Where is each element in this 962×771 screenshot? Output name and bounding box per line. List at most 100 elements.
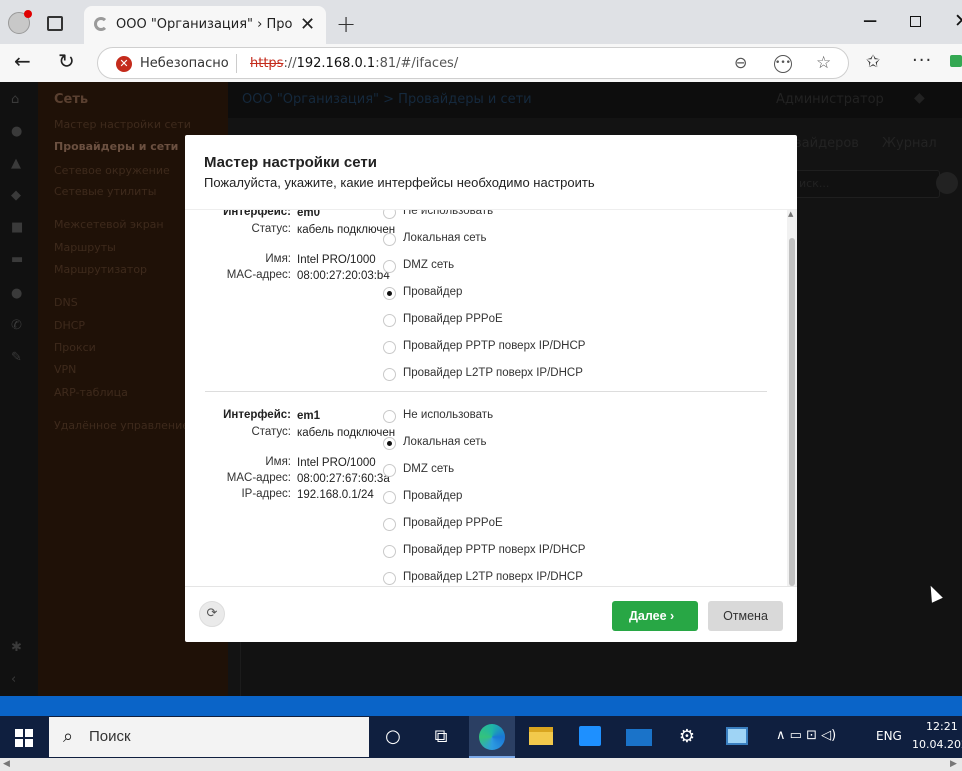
sidebar-item[interactable]: ARP-таблица bbox=[54, 386, 128, 399]
clock-date[interactable]: 10.04.202 bbox=[912, 738, 962, 751]
connection-type-option[interactable]: DMZ сеть bbox=[383, 462, 643, 480]
phone-icon[interactable]: ✆ bbox=[11, 318, 25, 333]
sidebar-item-active[interactable]: Провайдеры и сети bbox=[54, 140, 178, 153]
sidebar-item[interactable]: VPN bbox=[54, 363, 76, 376]
radio-button[interactable] bbox=[383, 314, 396, 327]
star-icon[interactable]: ☆ bbox=[816, 53, 831, 73]
refresh-button[interactable]: ⟳ bbox=[199, 601, 225, 627]
gear-icon[interactable]: ✱ bbox=[11, 640, 25, 655]
url-text[interactable]: https://192.168.0.1:81/#/ifaces/ bbox=[250, 56, 458, 71]
radio-button[interactable] bbox=[383, 341, 396, 354]
radio-button[interactable] bbox=[383, 464, 396, 477]
reload-icon[interactable]: ↻ bbox=[58, 49, 75, 73]
windows-start-icon[interactable] bbox=[15, 729, 33, 747]
radio-button[interactable] bbox=[383, 368, 396, 381]
radio-button[interactable] bbox=[383, 410, 396, 423]
breadcrumb[interactable]: ООО "Организация" > Провайдеры и сети bbox=[242, 92, 532, 107]
connection-type-option[interactable]: Не использовать bbox=[383, 408, 643, 426]
sidebar-item[interactable]: Сетевое окружение bbox=[54, 164, 170, 177]
sidebar-item[interactable]: Межсетевой экран bbox=[54, 218, 164, 231]
user-menu[interactable]: Администратор bbox=[776, 92, 884, 107]
scroll-left-icon[interactable]: ◀ bbox=[3, 759, 10, 769]
bell-icon[interactable]: ◆ bbox=[914, 90, 925, 106]
sidebar-item[interactable]: DHCP bbox=[54, 319, 85, 332]
zoom-out-icon[interactable]: ⊖ bbox=[734, 53, 747, 72]
sidebar-item[interactable]: Прокси bbox=[54, 341, 96, 354]
connection-type-option[interactable]: Провайдер PPTP поверх IP/DHCP bbox=[383, 543, 643, 561]
edge-taskbar-button[interactable] bbox=[469, 716, 515, 758]
wrench-icon[interactable]: ✎ bbox=[11, 350, 25, 365]
cortana-icon[interactable]: ○ bbox=[380, 724, 406, 750]
tab-journal[interactable]: Журнал bbox=[882, 136, 937, 151]
shield-icon[interactable]: ◆ bbox=[11, 188, 25, 203]
taskbar-search[interactable]: ⌕ Поиск bbox=[49, 717, 369, 757]
insecure-icon[interactable]: ✕ bbox=[116, 56, 132, 72]
radio-button[interactable] bbox=[383, 545, 396, 558]
favorites-icon[interactable]: ✩ bbox=[866, 52, 880, 72]
sidebar-item[interactable]: Сетевые утилиты bbox=[54, 185, 156, 198]
system-tray[interactable]: ∧ ▭ ⊡ ◁) bbox=[776, 728, 836, 743]
maximize-icon[interactable] bbox=[910, 16, 921, 27]
radio-button[interactable] bbox=[383, 287, 396, 300]
extension-icon[interactable] bbox=[950, 55, 962, 67]
background-search-input[interactable]: иск... bbox=[790, 170, 940, 198]
radio-button[interactable] bbox=[383, 572, 396, 585]
folder-icon[interactable]: ■ bbox=[11, 220, 25, 235]
tab-actions-icon[interactable] bbox=[47, 16, 63, 31]
mail-icon[interactable] bbox=[626, 729, 652, 746]
radio-button[interactable] bbox=[383, 210, 396, 219]
user-icon[interactable]: ● bbox=[11, 124, 25, 139]
settings-icon[interactable]: ⚙ bbox=[674, 724, 700, 750]
plus-icon[interactable]: + bbox=[336, 10, 356, 38]
chevron-left-icon[interactable]: ‹ bbox=[11, 672, 25, 687]
security-label[interactable]: Небезопасно bbox=[140, 56, 229, 71]
network-icon[interactable]: ▲ bbox=[11, 156, 25, 171]
clock-time[interactable]: 12:21 bbox=[926, 720, 958, 733]
connection-type-option[interactable]: Провайдер L2TP поверх IP/DHCP bbox=[383, 570, 643, 586]
scroll-up-icon[interactable]: ▲ bbox=[788, 210, 793, 218]
reader-icon[interactable]: ••• bbox=[774, 55, 792, 73]
home-icon[interactable]: ⌂ bbox=[11, 92, 25, 107]
connection-type-option[interactable]: Провайдер PPPoE bbox=[383, 312, 643, 330]
tab-providers[interactable]: вайдеров bbox=[794, 136, 859, 151]
address-bar[interactable]: ✕ Небезопасно https://192.168.0.1:81/#/i… bbox=[97, 47, 849, 79]
close-icon[interactable]: ✕ bbox=[300, 14, 315, 35]
mail-icon[interactable]: ▬ bbox=[11, 252, 25, 267]
next-button[interactable]: Далее › bbox=[612, 601, 698, 631]
option-label: Провайдер L2TP поверх IP/DHCP bbox=[403, 571, 583, 583]
connection-type-option[interactable]: DMZ сеть bbox=[383, 258, 643, 276]
option-label: Провайдер PPTP поверх IP/DHCP bbox=[403, 340, 586, 352]
connection-type-option[interactable]: Провайдер bbox=[383, 285, 643, 303]
scroll-right-icon[interactable]: ▶ bbox=[950, 759, 957, 769]
connection-type-option[interactable]: Не использовать bbox=[383, 210, 643, 222]
radio-button[interactable] bbox=[383, 437, 396, 450]
sidebar-item[interactable]: Мастер настройки сети bbox=[54, 118, 191, 131]
radio-button[interactable] bbox=[383, 233, 396, 246]
connection-type-option[interactable]: Провайдер bbox=[383, 489, 643, 507]
task-view-icon[interactable]: ⧉ bbox=[428, 724, 454, 750]
sidebar-item[interactable]: Удалённое управление bbox=[54, 419, 189, 432]
connection-type-option[interactable]: Провайдер PPPoE bbox=[383, 516, 643, 534]
minimize-icon[interactable]: ─ bbox=[864, 9, 876, 33]
horizontal-scrollbar[interactable]: ◀ ▶ bbox=[0, 758, 962, 771]
sidebar-item[interactable]: DNS bbox=[54, 296, 78, 309]
radio-button[interactable] bbox=[383, 491, 396, 504]
language-indicator[interactable]: ENG bbox=[876, 729, 902, 743]
scrollbar-thumb[interactable] bbox=[789, 238, 795, 586]
more-icon[interactable]: ··· bbox=[912, 50, 932, 71]
radio-button[interactable] bbox=[383, 260, 396, 273]
cancel-button[interactable]: Отмена bbox=[708, 601, 783, 631]
sidebar-item[interactable]: Маршруты bbox=[54, 241, 116, 254]
pin-icon[interactable]: ● bbox=[11, 286, 25, 301]
background-search-button[interactable] bbox=[936, 172, 958, 194]
connection-type-option[interactable]: Локальная сеть bbox=[383, 231, 643, 249]
radio-button[interactable] bbox=[383, 518, 396, 531]
connection-type-option[interactable]: Провайдер L2TP поверх IP/DHCP bbox=[383, 366, 643, 384]
window-close-icon[interactable]: ✕ bbox=[954, 10, 962, 32]
sidebar-item[interactable]: Маршрутизатор bbox=[54, 263, 147, 276]
connection-type-option[interactable]: Локальная сеть bbox=[383, 435, 643, 453]
back-icon[interactable]: ← bbox=[14, 49, 31, 73]
browser-tab[interactable]: ООО "Организация" › Провайдеры и сети ✕ bbox=[84, 6, 326, 44]
connection-type-option[interactable]: Провайдер PPTP поверх IP/DHCP bbox=[383, 339, 643, 357]
dialog-body[interactable]: Интерфейс: em0 Статус: кабель подключен Имя:… bbox=[185, 209, 797, 587]
